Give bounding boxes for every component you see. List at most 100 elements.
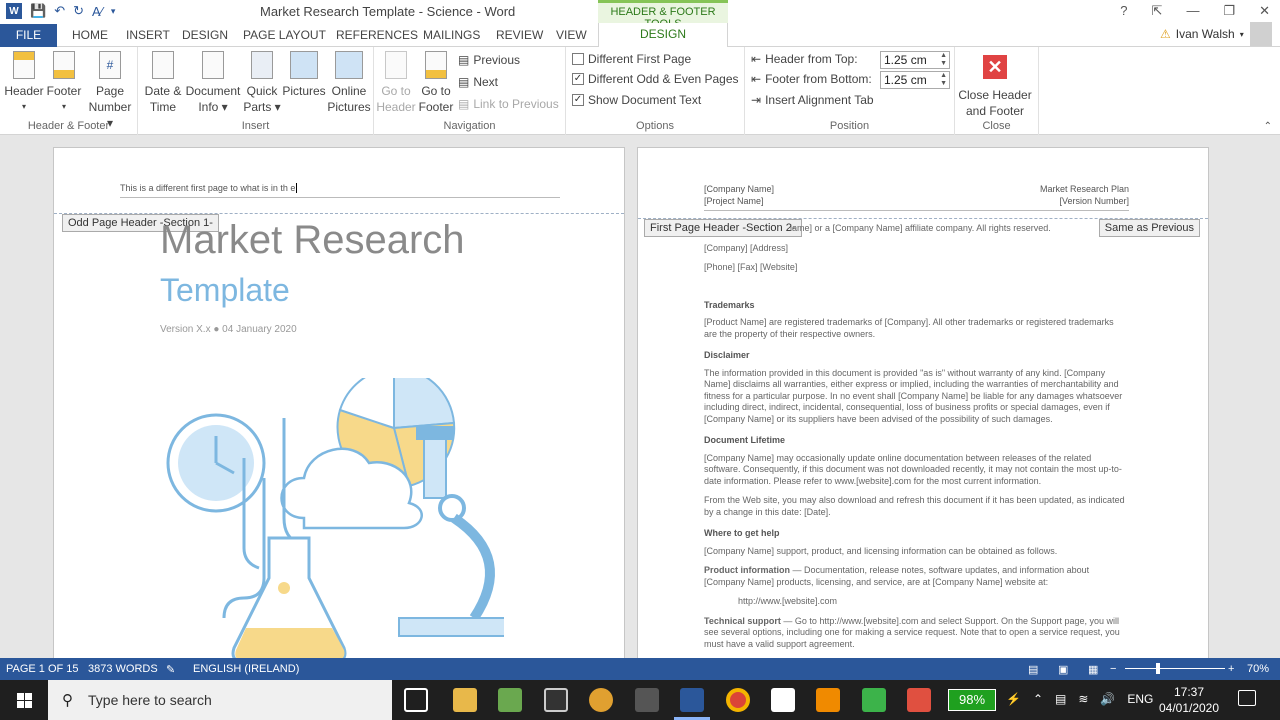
document-info-button[interactable]: Document Info ▾ [184, 51, 242, 115]
web-layout-icon[interactable]: ▦ [1088, 663, 1098, 676]
customize-qat-icon[interactable]: ▾ [111, 6, 116, 17]
close-window-button[interactable]: ✕ [1259, 3, 1270, 19]
capture-app-icon[interactable] [771, 688, 795, 712]
group-label: Navigation [443, 120, 496, 132]
different-odd-even-checkbox[interactable]: ✓ Different Odd & Even Pages [572, 72, 739, 86]
next-button[interactable]: ▤ Next [458, 75, 498, 89]
read-mode-icon[interactable]: ▤ [1028, 663, 1038, 676]
document-info-icon [202, 51, 224, 79]
tab-design[interactable]: DESIGN [182, 28, 228, 42]
previous-icon: ▤ [458, 53, 470, 67]
search-input[interactable]: Type here to search [88, 692, 212, 708]
help-button[interactable]: ? [1120, 3, 1127, 19]
tab-view[interactable]: VIEW [556, 28, 587, 42]
footer-button[interactable]: Footer ▾ [44, 51, 84, 115]
document-area[interactable]: This is a different first page to what i… [0, 135, 1280, 658]
user-account[interactable]: ⚠ Ivan Walsh ▾ [1160, 27, 1244, 41]
pictures-button[interactable]: Pictures [282, 51, 326, 99]
redo-icon[interactable]: ↻ [73, 3, 84, 19]
taskbar-search[interactable]: ⚲ Type here to search [48, 680, 392, 720]
recorder-icon[interactable] [907, 688, 931, 712]
link-to-previous-button[interactable]: ▤ Link to Previous [458, 97, 559, 111]
volume-icon[interactable]: 🔊 [1100, 692, 1115, 706]
text-cursor [296, 183, 298, 193]
online-pictures-button[interactable]: Online Pictures [326, 51, 372, 115]
notifications-icon[interactable] [1238, 690, 1256, 706]
warning-icon: ⚠ [1160, 27, 1171, 41]
page-1[interactable]: This is a different first page to what i… [53, 147, 625, 658]
battery-indicator[interactable]: 98% [948, 689, 996, 711]
page-count[interactable]: PAGE 1 OF 15 [6, 663, 79, 675]
help-heading: Where to get help [704, 528, 780, 538]
footer-from-bottom-input[interactable]: 1.25 cm ▲ ▼ [880, 71, 950, 89]
website-url: http://www.[website].com [738, 596, 838, 606]
tab-home[interactable]: HOME [72, 28, 108, 42]
page-2-body[interactable]: lame] or a [Company Name] affiliate comp… [704, 223, 1129, 658]
vlc-icon[interactable] [816, 688, 840, 712]
document-title: Market Research Template - Science - Wor… [260, 4, 516, 19]
page-1-header-text[interactable]: This is a different first page to what i… [120, 183, 560, 198]
close-header-footer-button[interactable]: ✕ Close Header and Footer [958, 51, 1032, 119]
camtasia-icon[interactable] [862, 688, 886, 712]
page-2[interactable]: [Company Name] [Project Name] Market Res… [637, 147, 1209, 658]
header-button[interactable]: Header ▾ [4, 51, 44, 115]
page-number-button[interactable]: # Page Number ▾ [84, 51, 136, 131]
checkbox-unchecked-icon [572, 53, 584, 65]
date-time-button[interactable]: Date & Time [142, 51, 184, 115]
clock[interactable]: 17:37 04/01/2020 [1150, 684, 1228, 716]
word-count[interactable]: 3873 WORDS [88, 663, 158, 675]
zoom-slider-handle[interactable] [1156, 663, 1160, 674]
chrome-icon[interactable] [726, 688, 750, 712]
image-viewer-icon[interactable] [498, 688, 522, 712]
insert-alignment-tab-button[interactable]: ⇥ Insert Alignment Tab [751, 93, 874, 107]
word-app-icon[interactable] [680, 688, 704, 712]
collapse-ribbon-icon[interactable]: ⌃ [1264, 121, 1272, 132]
show-document-text-checkbox[interactable]: ✓ Show Document Text [572, 93, 701, 107]
file-explorer-icon[interactable] [453, 688, 477, 712]
power-icon[interactable]: ⚡ [1006, 692, 1021, 706]
go-to-footer-button[interactable]: Go to Footer [416, 51, 456, 115]
previous-button[interactable]: ▤ Previous [458, 53, 520, 67]
footer-from-bottom-label: ⇤ Footer from Bottom: [751, 72, 872, 86]
undo-icon[interactable]: ↶ [54, 3, 65, 19]
online-pictures-icon [335, 51, 363, 79]
header-from-top-input[interactable]: 1.25 cm ▲ ▼ [880, 51, 950, 69]
print-layout-icon[interactable]: ▣ [1058, 663, 1068, 676]
go-to-header-button[interactable]: Go to Header [376, 51, 416, 115]
paint-icon[interactable] [589, 688, 613, 712]
task-view-icon[interactable] [404, 688, 428, 712]
copyright-line: lame] or a [Company Name] affiliate comp… [790, 223, 1051, 233]
show-hidden-icons[interactable]: ⌃ [1033, 692, 1043, 706]
tab-header-footer-design[interactable]: DESIGN [598, 23, 728, 47]
start-button[interactable] [0, 680, 48, 720]
tab-review[interactable]: REVIEW [496, 28, 543, 42]
save-icon[interactable]: 💾 [30, 3, 46, 19]
tab-file[interactable]: FILE [0, 24, 57, 47]
zoom-in-button[interactable]: + [1228, 663, 1234, 675]
minimize-button[interactable]: — [1186, 3, 1199, 19]
tab-mailings[interactable]: MAILINGS [423, 28, 480, 42]
zoom-level[interactable]: 70% [1247, 663, 1269, 675]
tab-insert[interactable]: INSERT [126, 28, 170, 42]
different-first-page-checkbox[interactable]: Different First Page [572, 52, 691, 66]
restore-button[interactable]: ❐ [1223, 3, 1235, 19]
tab-page-layout[interactable]: PAGE LAYOUT [243, 28, 326, 42]
proofing-icon[interactable]: ✎ [166, 663, 175, 676]
tab-references[interactable]: REFERENCES [336, 28, 418, 42]
zoom-out-button[interactable]: − [1110, 663, 1116, 675]
page-2-header[interactable]: [Company Name] [Project Name] Market Res… [704, 183, 1129, 211]
quick-parts-button[interactable]: Quick Parts ▾ [242, 51, 282, 115]
lifetime-text-1: [Company Name] may occasionally update o… [704, 452, 1122, 486]
wifi-icon[interactable]: ≋ [1078, 692, 1088, 706]
ribbon-display-options-icon[interactable]: ⇱ [1152, 3, 1163, 19]
spinner-arrows-icon[interactable]: ▲ ▼ [940, 52, 947, 68]
disclaimer-heading: Disclaimer [704, 350, 750, 360]
avatar[interactable] [1250, 22, 1272, 46]
terminal-icon[interactable] [544, 688, 568, 712]
language-status[interactable]: ENGLISH (IRELAND) [193, 663, 299, 675]
format-painter-icon[interactable]: A⁄ [92, 4, 103, 19]
network-icon[interactable]: ▤ [1055, 692, 1066, 706]
pen-app-icon[interactable] [635, 688, 659, 712]
spinner-arrows-icon[interactable]: ▲ ▼ [940, 72, 947, 88]
zoom-slider[interactable] [1125, 668, 1225, 669]
